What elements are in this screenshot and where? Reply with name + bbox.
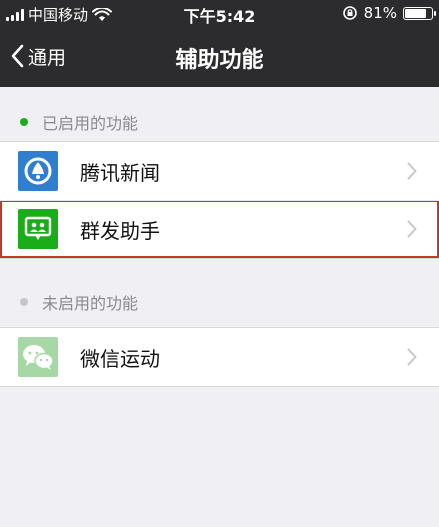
- list-item-label: 微信运动: [80, 346, 160, 371]
- battery-percent: 81%: [363, 4, 397, 22]
- battery-fill: [405, 8, 427, 18]
- chevron-right-icon: [407, 220, 417, 238]
- status-bar: 中国移动 下午5:42 81%: [0, 0, 439, 26]
- disabled-dot-icon: [20, 298, 28, 306]
- section-header-enabled: 已启用的功能: [0, 107, 439, 137]
- chevron-right-icon: [407, 348, 417, 366]
- disabled-features-list: 微信运动: [0, 327, 439, 387]
- enabled-features-list: 腾讯新闻 群发助手: [0, 141, 439, 259]
- tencent-news-icon: [18, 151, 58, 191]
- enabled-dot-icon: [20, 118, 28, 126]
- page-title: 辅助功能: [175, 48, 264, 73]
- list-item-label: 腾讯新闻: [80, 160, 160, 185]
- navigation-bar: 通用 辅助功能: [0, 30, 439, 82]
- battery-icon: [403, 6, 436, 20]
- section-header-disabled: 未启用的功能: [0, 287, 439, 317]
- status-right: 81%: [342, 4, 436, 22]
- list-item-tencent-news[interactable]: 腾讯新闻: [0, 142, 439, 200]
- rotation-lock-icon: [342, 6, 357, 20]
- list-item-wechat-sport[interactable]: 微信运动: [0, 328, 439, 386]
- section-header-enabled-label: 已启用的功能: [42, 114, 139, 133]
- list-item-mass-send-assistant[interactable]: 群发助手: [0, 200, 439, 258]
- chevron-right-icon: [407, 162, 417, 180]
- list-item-label: 群发助手: [80, 218, 160, 243]
- wechat-sport-icon: [18, 337, 58, 377]
- mass-send-assistant-icon: [18, 209, 58, 249]
- section-header-disabled-label: 未启用的功能: [42, 294, 139, 313]
- top-bar: 中国移动 下午5:42 81% 通用 辅助功能: [0, 0, 439, 87]
